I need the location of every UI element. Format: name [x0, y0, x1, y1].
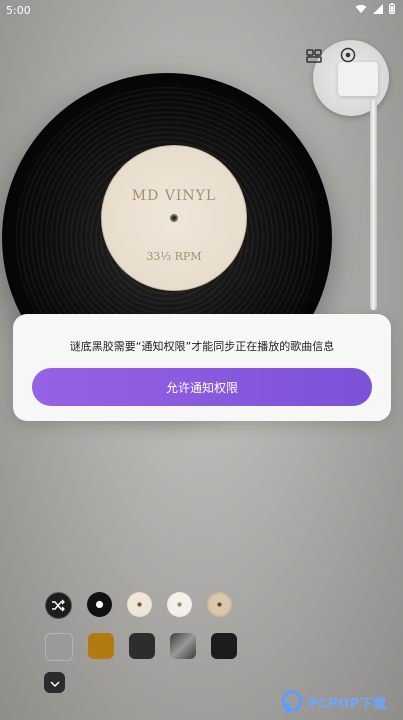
color-option[interactable]: [211, 633, 237, 659]
black-vinyl-option[interactable]: [87, 592, 112, 617]
turntable-color-row: [45, 633, 237, 661]
record-label: MD VINYL 33⅓ RPM: [101, 145, 247, 291]
shuffle-button[interactable]: [45, 592, 72, 619]
record-settings-icon: [340, 47, 356, 67]
equalizer-button[interactable]: [303, 46, 325, 68]
cream-vinyl-option[interactable]: [127, 592, 152, 617]
watermark-text: PCPOP下载: [308, 696, 387, 712]
permission-dialog: 谜底黑胶需要“通知权限”才能同步正在播放的歌曲信息 允许通知权限: [13, 314, 391, 421]
tonearm-rod[interactable]: [370, 100, 377, 310]
record-settings-button[interactable]: [337, 46, 359, 68]
status-time: 5:00: [6, 4, 31, 17]
battery-icon: [389, 3, 395, 17]
signal-icon: [373, 3, 383, 17]
color-option[interactable]: [129, 633, 155, 659]
pcpop-logo-icon: [280, 690, 304, 714]
record-label-title: MD VINYL: [131, 188, 217, 204]
white-vinyl-option[interactable]: [167, 592, 192, 617]
vinyl-style-row: [45, 592, 232, 619]
color-option[interactable]: [88, 633, 114, 659]
status-bar: 5:00: [0, 0, 403, 20]
equalizer-icon: [306, 48, 322, 67]
color-option[interactable]: [170, 633, 196, 659]
dialog-message: 谜底黑胶需要“通知权限”才能同步正在播放的歌曲信息: [69, 340, 335, 353]
allow-notification-button[interactable]: 允许通知权限: [32, 368, 372, 406]
record-spindle-hole: [170, 214, 178, 222]
color-option[interactable]: [45, 633, 73, 661]
chevron-down-icon: [49, 673, 60, 692]
collapse-button[interactable]: [44, 672, 65, 693]
watermark: PCPOP下载: [280, 684, 403, 720]
status-icons: [355, 3, 395, 17]
wood-vinyl-option[interactable]: [207, 592, 232, 617]
record-label-rpm: 33⅓ RPM: [146, 250, 202, 263]
shuffle-icon: [51, 598, 66, 617]
wifi-icon: [355, 4, 367, 17]
